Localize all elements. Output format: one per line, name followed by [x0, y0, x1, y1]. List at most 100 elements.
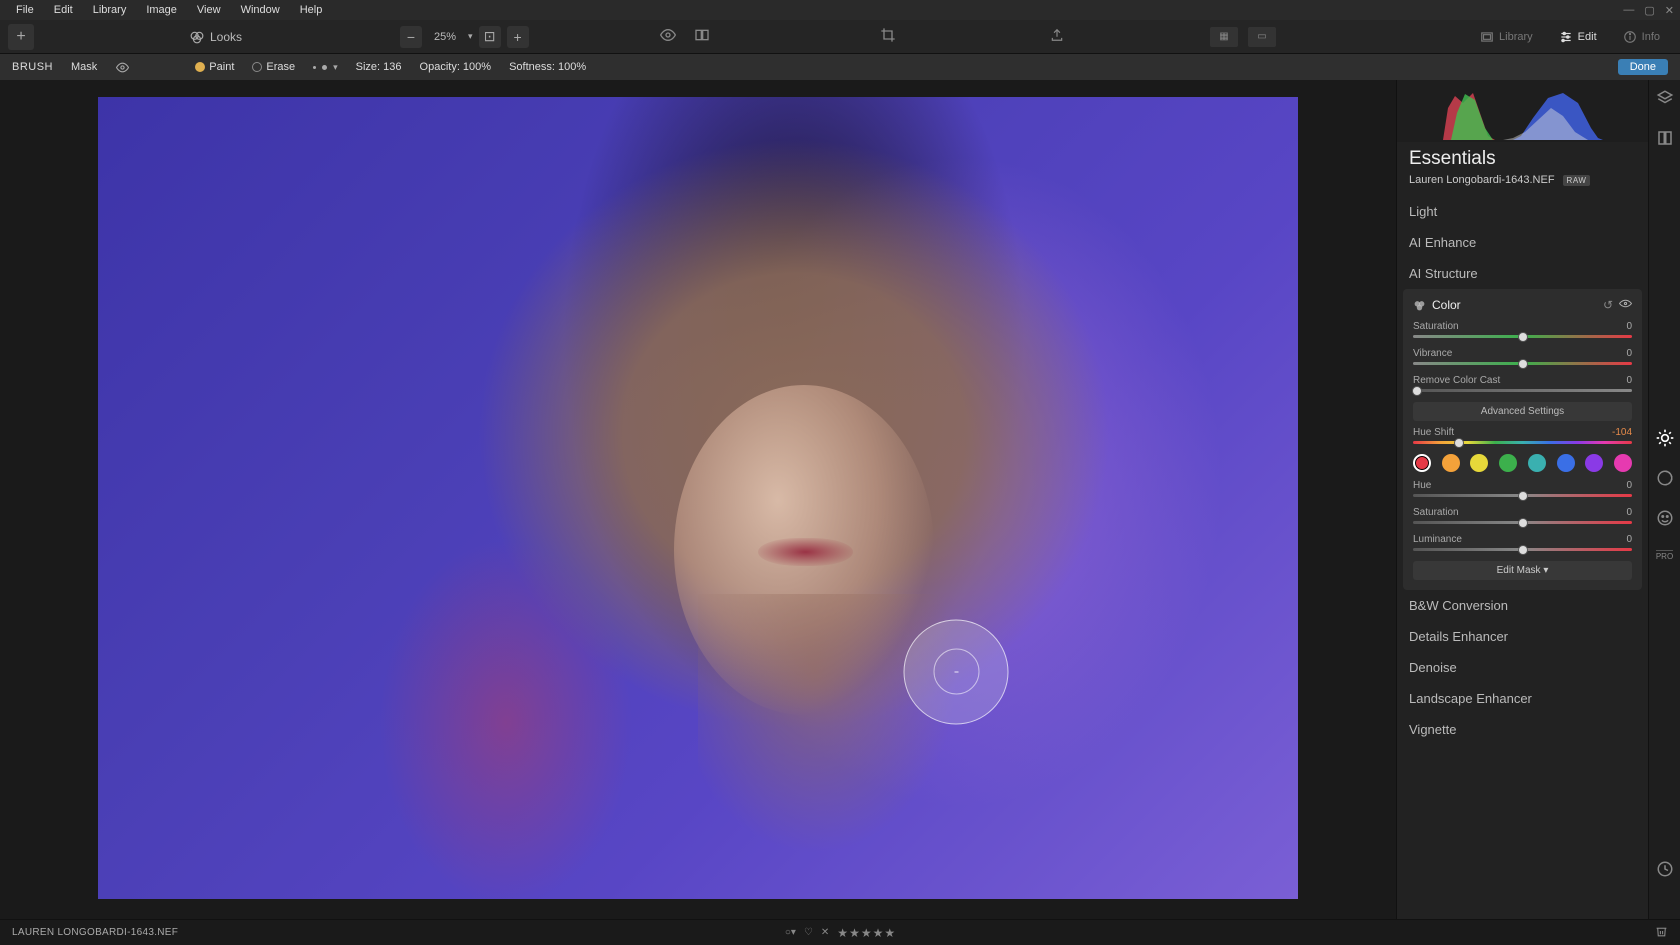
- tab-edit[interactable]: Edit: [1547, 26, 1609, 48]
- section-bw-conversion[interactable]: B&W Conversion: [1397, 590, 1648, 621]
- canvas-icon[interactable]: [1655, 128, 1675, 148]
- saturation-value: 0: [1626, 321, 1632, 332]
- menu-image[interactable]: Image: [136, 2, 187, 18]
- menu-help[interactable]: Help: [290, 2, 333, 18]
- remove-color-cast-label: Remove Color Cast: [1413, 375, 1500, 386]
- erase-label: Erase: [266, 61, 295, 73]
- hue-shift-slider[interactable]: [1413, 441, 1632, 444]
- menu-file[interactable]: File: [6, 2, 44, 18]
- tab-library[interactable]: Library: [1468, 26, 1545, 48]
- hue-slider[interactable]: [1413, 494, 1632, 497]
- paint-radio[interactable]: Paint: [195, 61, 234, 73]
- paint-label: Paint: [209, 61, 234, 73]
- panel-title: Essentials: [1409, 148, 1636, 170]
- export-icon[interactable]: [1050, 28, 1064, 45]
- brush-size-preset-dots[interactable]: ▾: [313, 62, 338, 73]
- luminance-value: 0: [1626, 534, 1632, 545]
- saturation2-label: Saturation: [1413, 507, 1459, 518]
- swatch-purple[interactable]: [1585, 454, 1603, 472]
- tab-library-label: Library: [1499, 31, 1533, 43]
- add-button[interactable]: +: [8, 24, 34, 50]
- compare-icon[interactable]: [694, 27, 710, 46]
- section-denoise[interactable]: Denoise: [1397, 652, 1648, 683]
- crop-icon[interactable]: [880, 27, 896, 46]
- tab-info-label: Info: [1642, 31, 1660, 43]
- single-view-icon[interactable]: ▭: [1248, 27, 1276, 47]
- star-5[interactable]: ★: [884, 926, 895, 940]
- luminance-slider[interactable]: [1413, 548, 1632, 551]
- status-bar: LAUREN LONGOBARDI-1643.NEF ○▾ ♡ ✕ ★ ★ ★ …: [0, 919, 1680, 945]
- preview-eye-icon[interactable]: [660, 27, 676, 46]
- section-ai-structure[interactable]: AI Structure: [1397, 258, 1648, 289]
- maximize-window-icon[interactable]: ▢: [1644, 4, 1654, 17]
- library-icon: [1480, 30, 1494, 44]
- section-landscape-enhancer[interactable]: Landscape Enhancer: [1397, 683, 1648, 714]
- zoom-out-button[interactable]: −: [400, 26, 422, 48]
- zoom-in-button[interactable]: +: [507, 26, 529, 48]
- section-light[interactable]: Light: [1397, 196, 1648, 227]
- menu-window[interactable]: Window: [231, 2, 290, 18]
- mask-visibility-icon[interactable]: [115, 60, 129, 74]
- favorite-heart-icon[interactable]: ♡: [804, 927, 813, 938]
- reject-icon[interactable]: ✕: [821, 927, 829, 938]
- advanced-settings-button[interactable]: Advanced Settings: [1413, 402, 1632, 421]
- essentials-tool-icon[interactable]: [1655, 428, 1675, 448]
- pro-tool-icon[interactable]: PRO: [1655, 548, 1675, 568]
- looks-button[interactable]: Looks: [190, 30, 242, 44]
- done-button[interactable]: Done: [1618, 59, 1668, 75]
- swatch-magenta[interactable]: [1614, 454, 1632, 472]
- zoom-dropdown-icon[interactable]: ▾: [468, 31, 473, 42]
- star-4[interactable]: ★: [873, 926, 884, 940]
- looks-icon: [190, 30, 204, 44]
- canvas-area[interactable]: [0, 80, 1396, 919]
- menu-edit[interactable]: Edit: [44, 2, 83, 18]
- history-icon[interactable]: [1655, 859, 1675, 879]
- brush-opacity[interactable]: Opacity: 100%: [420, 61, 492, 73]
- trash-icon[interactable]: [1655, 925, 1668, 941]
- creative-tool-icon[interactable]: [1655, 468, 1675, 488]
- close-window-icon[interactable]: ✕: [1665, 4, 1674, 17]
- swatch-yellow[interactable]: [1470, 454, 1488, 472]
- swatch-blue[interactable]: [1557, 454, 1575, 472]
- vibrance-slider[interactable]: [1413, 362, 1632, 365]
- remove-color-cast-slider[interactable]: [1413, 389, 1632, 392]
- menu-library[interactable]: Library: [83, 2, 137, 18]
- brush-softness[interactable]: Softness: 100%: [509, 61, 586, 73]
- section-details-enhancer[interactable]: Details Enhancer: [1397, 621, 1648, 652]
- rating-stars[interactable]: ★ ★ ★ ★ ★: [837, 926, 895, 940]
- vibrance-value: 0: [1626, 348, 1632, 359]
- saturation2-slider[interactable]: [1413, 521, 1632, 524]
- minimize-window-icon[interactable]: —: [1623, 4, 1634, 17]
- star-1[interactable]: ★: [837, 926, 848, 940]
- swatch-green[interactable]: [1499, 454, 1517, 472]
- panel-filename: Lauren Longobardi-1643.NEF: [1409, 174, 1555, 186]
- star-3[interactable]: ★: [861, 926, 872, 940]
- edit-mask-button[interactable]: Edit Mask ▾: [1413, 561, 1632, 580]
- menu-view[interactable]: View: [187, 2, 231, 18]
- hue-value: 0: [1626, 480, 1632, 491]
- mask-label[interactable]: Mask: [71, 61, 97, 73]
- swatch-red[interactable]: [1413, 454, 1431, 472]
- brush-size[interactable]: Size: 136: [356, 61, 402, 73]
- saturation-slider[interactable]: [1413, 335, 1632, 338]
- zoom-fit-button[interactable]: ⊡: [479, 26, 501, 48]
- zoom-value[interactable]: 25%: [428, 31, 462, 43]
- photo-preview[interactable]: [98, 97, 1298, 899]
- swatch-orange[interactable]: [1442, 454, 1460, 472]
- swatch-cyan[interactable]: [1528, 454, 1546, 472]
- histogram[interactable]: [1397, 80, 1648, 142]
- saturation-label: Saturation: [1413, 321, 1459, 332]
- section-ai-enhance[interactable]: AI Enhance: [1397, 227, 1648, 258]
- reset-icon[interactable]: ↺: [1603, 298, 1613, 312]
- portrait-tool-icon[interactable]: [1655, 508, 1675, 528]
- star-2[interactable]: ★: [849, 926, 860, 940]
- tab-info[interactable]: Info: [1611, 26, 1672, 48]
- panel-visibility-icon[interactable]: [1619, 297, 1632, 313]
- section-vignette[interactable]: Vignette: [1397, 714, 1648, 745]
- remove-color-cast-value: 0: [1626, 375, 1632, 386]
- grid-view-icon[interactable]: ▦: [1210, 27, 1238, 47]
- erase-radio[interactable]: Erase: [252, 61, 295, 73]
- color-tag-icon[interactable]: ○▾: [785, 927, 796, 938]
- layers-icon[interactable]: [1655, 88, 1675, 108]
- color-panel-title[interactable]: Color: [1432, 298, 1597, 312]
